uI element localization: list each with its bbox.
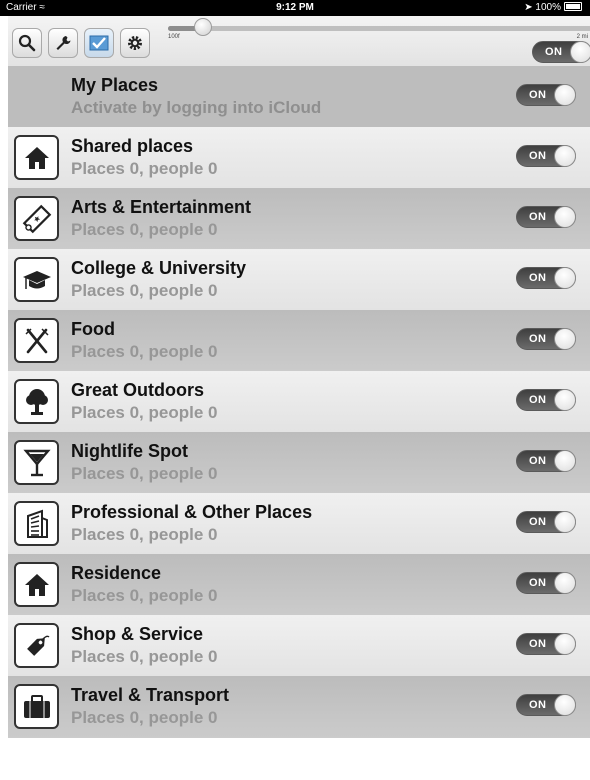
category-row-arts-entertainment[interactable]: Arts & Entertainment Places 0, people 0 … (8, 188, 590, 249)
row-title: Residence (71, 563, 162, 583)
battery-icon (564, 2, 582, 11)
suitcase-icon (14, 684, 59, 729)
toggle-knob (554, 511, 576, 533)
toggle-knob (554, 206, 576, 228)
map-filter-button[interactable] (84, 28, 114, 58)
category-toggle[interactable]: ON (516, 694, 576, 716)
category-list: My Places Activate by logging into iClou… (8, 66, 590, 737)
row-subtitle: Places 0, people 0 (71, 220, 218, 239)
toggle-knob (554, 450, 576, 472)
ticket-icon (14, 196, 59, 241)
row-title: College & University (71, 258, 247, 278)
row-subtitle: Places 0, people 0 (71, 647, 218, 666)
radius-slider-track[interactable] (168, 26, 590, 31)
my-places-toggle[interactable]: ON (516, 84, 576, 106)
row-title: Shop & Service (71, 624, 204, 644)
toggle-knob (570, 41, 590, 63)
row-subtitle: Places 0, people 0 (71, 464, 218, 483)
row-title: Food (71, 319, 115, 339)
slider-min-label: 100f (168, 34, 180, 40)
row-title: Professional & Other Places (71, 502, 313, 522)
category-toggle[interactable]: ON (516, 145, 576, 167)
fork-knife-icon (14, 318, 59, 363)
category-row-residence[interactable]: Residence Places 0, people 0 ON (8, 554, 590, 615)
clock: 9:12 PM (276, 2, 314, 13)
toggle-knob (554, 633, 576, 655)
row-title: Arts & Entertainment (71, 197, 252, 217)
status-bar: Carrier ≈ 9:12 PM ➤ 100% (0, 0, 590, 16)
slider-max-label: 2 mi (576, 34, 588, 40)
toolbar: 100f 2 mi ON (8, 16, 590, 69)
category-toggle[interactable]: ON (516, 389, 576, 411)
search-icon (18, 34, 36, 52)
row-subtitle: Places 0, people 0 (71, 708, 218, 727)
location-arrow-icon: ➤ (524, 2, 533, 13)
row-title: Great Outdoors (71, 380, 205, 400)
toggle-knob (554, 328, 576, 350)
radius-slider-thumb[interactable] (194, 18, 212, 36)
toggle-knob (554, 145, 576, 167)
category-row-nightlife-spot[interactable]: Nightlife Spot Places 0, people 0 ON (8, 432, 590, 493)
office-building-icon (14, 501, 59, 546)
category-row-travel-transport[interactable]: Travel & Transport Places 0, people 0 ON (8, 676, 590, 737)
row-subtitle: Places 0, people 0 (71, 281, 218, 300)
cocktail-glass-icon (14, 440, 59, 485)
wrench-icon (56, 36, 71, 50)
toggle-knob (554, 84, 576, 106)
list-footer (8, 737, 590, 780)
toggle-knob (554, 267, 576, 289)
row-subtitle: Places 0, people 0 (71, 159, 218, 178)
master-toggle[interactable]: ON (532, 41, 590, 63)
category-row-shared-places[interactable]: Shared places Places 0, people 0 ON (8, 127, 590, 188)
row-subtitle: Activate by logging into iCloud (71, 98, 322, 117)
settings-wrench-button[interactable] (48, 28, 78, 58)
toggle-knob (554, 389, 576, 411)
category-row-shop-service[interactable]: Shop & Service Places 0, people 0 ON (8, 615, 590, 676)
house-icon (14, 135, 59, 180)
category-toggle[interactable]: ON (516, 511, 576, 533)
graduation-cap-icon (14, 257, 59, 302)
row-subtitle: Places 0, people 0 (71, 403, 218, 422)
price-tag-icon (14, 623, 59, 668)
toggle-knob (554, 572, 576, 594)
row-title: Nightlife Spot (71, 441, 188, 461)
category-row-professional-other[interactable]: Professional & Other Places Places 0, pe… (8, 493, 590, 554)
search-button[interactable] (12, 28, 42, 58)
battery-indicator: ➤ 100% (524, 0, 582, 16)
category-row-college-university[interactable]: College & University Places 0, people 0 … (8, 249, 590, 310)
category-toggle[interactable]: ON (516, 206, 576, 228)
category-row-food[interactable]: Food Places 0, people 0 ON (8, 310, 590, 371)
row-subtitle: Places 0, people 0 (71, 525, 218, 544)
house-icon (14, 562, 59, 607)
map-check-icon (89, 35, 109, 51)
category-toggle[interactable]: ON (516, 328, 576, 350)
row-title: My Places (71, 75, 159, 95)
gear-icon (128, 36, 142, 50)
my-places-row[interactable]: My Places Activate by logging into iClou… (8, 66, 590, 127)
category-toggle[interactable]: ON (516, 633, 576, 655)
row-subtitle: Places 0, people 0 (71, 586, 218, 605)
tree-icon (14, 379, 59, 424)
gear-button[interactable] (120, 28, 150, 58)
row-title: Shared places (71, 136, 194, 156)
category-row-great-outdoors[interactable]: Great Outdoors Places 0, people 0 ON (8, 371, 590, 432)
toggle-knob (554, 694, 576, 716)
row-subtitle: Places 0, people 0 (71, 342, 218, 361)
category-toggle[interactable]: ON (516, 572, 576, 594)
category-toggle[interactable]: ON (516, 267, 576, 289)
row-title: Travel & Transport (71, 685, 230, 705)
category-toggle[interactable]: ON (516, 450, 576, 472)
